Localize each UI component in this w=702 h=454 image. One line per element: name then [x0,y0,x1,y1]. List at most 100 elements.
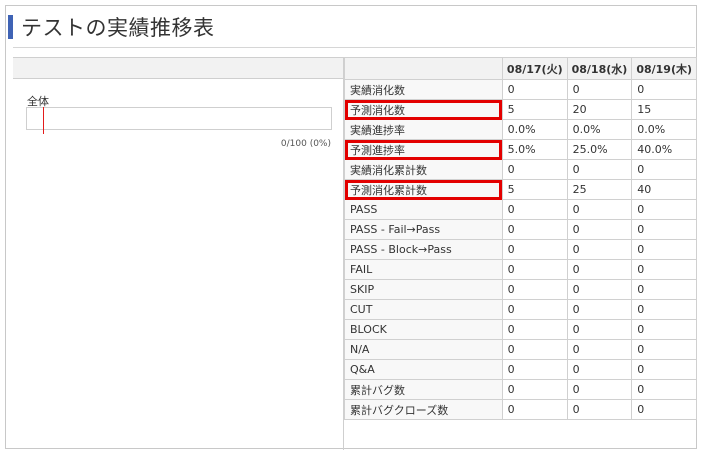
table-row: PASS - Fail→Pass 0 0 0 [344,219,697,240]
title-accent-bar [8,15,13,39]
table-row: Q&A 0 0 0 [344,359,697,380]
table-row: 予測消化累計数 5 25 40 [344,179,697,200]
overall-panel: 全体 0/100 (0%) [13,57,344,450]
table-row: PASS - Block→Pass 0 0 0 [344,239,697,260]
table-cell: 0 [631,399,697,420]
table-cell: 0.0% [631,119,697,140]
date-column-header: 08/17(火) [501,57,568,80]
table-cell: 0.0% [501,119,568,140]
table-cell: 0 [631,219,697,240]
table-cell: 25 [566,179,633,200]
metric-label: 累計バグ数 [344,379,503,400]
metric-label: FAIL [344,259,503,280]
table-cell: 0 [566,199,633,220]
table-cell: 0 [566,79,633,100]
metric-label: BLOCK [344,319,503,340]
table-cell: 20 [566,99,633,120]
metric-label: CUT [344,299,503,320]
table-cell: 0 [566,259,633,280]
metric-label: Q&A [344,359,503,380]
metric-label: PASS - Block→Pass [344,239,503,260]
table-cell: 0 [631,319,697,340]
table-header-corner [344,57,503,80]
metric-label: PASS [344,199,503,220]
table-cell: 0 [501,199,568,220]
table-row: SKIP 0 0 0 [344,279,697,300]
date-column-header: 08/19(木) [631,57,697,80]
date-column-header: 08/18(水) [566,57,633,80]
table-header-row: 08/17(火) 08/18(水) 08/19(木) [344,57,697,80]
table-cell: 0 [566,359,633,380]
table-cell: 0 [501,159,568,180]
table-row: 実績消化累計数 0 0 0 [344,159,697,180]
metric-label-highlighted: 予測進捗率 [344,139,503,160]
page-title: テストの実績推移表 [21,16,215,40]
table-row: 累計バグ数 0 0 0 [344,379,697,400]
table-cell: 0 [501,399,568,420]
table-cell: 0 [566,299,633,320]
progress-table: 08/17(火) 08/18(水) 08/19(木) 実績消化数 0 0 0 予測消化数… [344,57,697,420]
table-cell: 0.0% [566,119,633,140]
metric-label: 累計バグクローズ数 [344,399,503,420]
metric-label: 実績消化数 [344,79,503,100]
table-cell: 0 [631,199,697,220]
table-row: 予測進捗率 5.0% 25.0% 40.0% [344,139,697,160]
metric-label-highlighted: 予測消化累計数 [344,179,503,200]
table-cell: 0 [566,159,633,180]
table-cell: 0 [501,379,568,400]
table-row: 実績進捗率 0.0% 0.0% 0.0% [344,119,697,140]
table-row: FAIL 0 0 0 [344,259,697,280]
table-cell: 0 [566,339,633,360]
title-divider [13,47,695,48]
table-cell: 40 [631,179,697,200]
table-cell: 25.0% [566,139,633,160]
table-cell: 40.0% [631,139,697,160]
table-cell: 5.0% [501,139,568,160]
table-cell: 0 [501,279,568,300]
table-row: BLOCK 0 0 0 [344,319,697,340]
overall-progress-bar [26,107,332,134]
table-cell: 0 [566,219,633,240]
metric-label: 実績消化累計数 [344,159,503,180]
metric-label: PASS - Fail→Pass [344,219,503,240]
table-cell: 0 [501,359,568,380]
table-cell: 0 [566,279,633,300]
table-row: 予測消化数 5 20 15 [344,99,697,120]
table-cell: 0 [631,299,697,320]
page-header: テストの実績推移表 [8,14,215,40]
metric-label: N/A [344,339,503,360]
table-row: CUT 0 0 0 [344,299,697,320]
table-cell: 0 [501,319,568,340]
table-cell: 0 [501,339,568,360]
overall-progress-text: 0/100 (0%) [280,139,331,149]
table-cell: 0 [566,239,633,260]
table-cell: 0 [501,299,568,320]
table-cell: 0 [631,339,697,360]
table-row: N/A 0 0 0 [344,339,697,360]
table-cell: 0 [566,319,633,340]
table-cell: 0 [631,239,697,260]
table-cell: 5 [501,99,568,120]
metric-label: 実績進捗率 [344,119,503,140]
table-cell: 0 [501,79,568,100]
overall-panel-header [13,57,343,79]
table-cell: 0 [501,239,568,260]
table-row: 実績消化数 0 0 0 [344,79,697,100]
metric-label-highlighted: 予測消化数 [344,99,503,120]
table-cell: 0 [631,359,697,380]
report-content: 全体 0/100 (0%) 08/17(火) 08/18(水) 08/19(木)… [13,57,697,450]
table-row: 累計バグクローズ数 0 0 0 [344,399,697,420]
overall-progress-marker [43,107,44,134]
table-cell: 0 [631,79,697,100]
table-cell: 5 [501,179,568,200]
table-row: PASS 0 0 0 [344,199,697,220]
table-cell: 0 [501,259,568,280]
table-cell: 0 [566,379,633,400]
table-cell: 0 [631,279,697,300]
table-cell: 0 [566,399,633,420]
table-cell: 0 [631,379,697,400]
table-cell: 0 [501,219,568,240]
table-cell: 0 [631,159,697,180]
metric-label: SKIP [344,279,503,300]
table-cell: 15 [631,99,697,120]
